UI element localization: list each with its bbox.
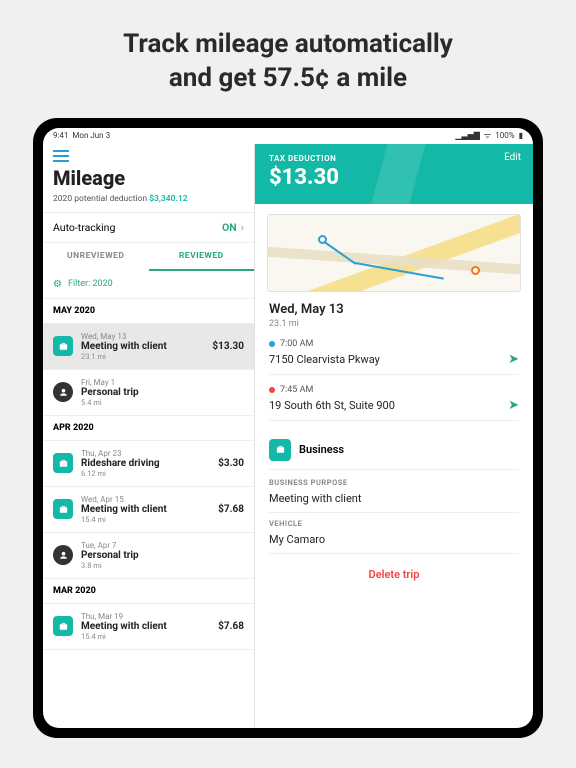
briefcase-icon bbox=[53, 499, 73, 519]
navigate-icon[interactable]: ➤ bbox=[508, 398, 519, 413]
filter-icon: ⚙ bbox=[53, 279, 62, 290]
month-header: MAR 2020 bbox=[43, 579, 254, 604]
auto-tracking-toggle[interactable]: Auto-tracking ON› bbox=[43, 212, 254, 243]
navigate-icon[interactable]: ➤ bbox=[508, 352, 519, 367]
tab-unreviewed[interactable]: UNREVIEWED bbox=[43, 243, 149, 271]
deduction-amount: $13.30 bbox=[269, 165, 519, 190]
battery-icon: ▮ bbox=[519, 131, 523, 140]
trip-list-pane: Mileage 2020 potential deduction $3,340.… bbox=[43, 144, 255, 728]
trip-list[interactable]: MAY 2020Wed, May 13Meeting with client23… bbox=[43, 299, 254, 728]
trip-distance: 23.1 mi bbox=[269, 319, 519, 329]
trip-row[interactable]: Tue, Apr 7Personal trip3.8 mi bbox=[43, 533, 254, 579]
trip-row[interactable]: Thu, Mar 19Meeting with client15.4 mi$7.… bbox=[43, 604, 254, 650]
chevron-right-icon: › bbox=[241, 221, 244, 234]
trip-map[interactable] bbox=[267, 214, 521, 292]
potential-deduction: 2020 potential deduction $3,340.12 bbox=[43, 194, 254, 212]
trip-row[interactable]: Thu, Apr 23Rideshare driving6.12 mi$3.30 bbox=[43, 441, 254, 487]
briefcase-icon bbox=[53, 336, 73, 356]
signal-icon: ▁▃▅▇ bbox=[455, 131, 480, 140]
briefcase-icon bbox=[269, 439, 291, 461]
trip-detail-pane: Edit TAX DEDUCTION $13.30 Wed, May 13 23… bbox=[255, 144, 533, 728]
marketing-headline: Track mileage automatically and get 57.5… bbox=[0, 0, 576, 118]
category-row[interactable]: Business bbox=[269, 431, 519, 470]
trip-row[interactable]: Fri, May 1Personal trip5.4 mi bbox=[43, 370, 254, 416]
device-frame: 9:41 Mon Jun 3 ▁▃▅▇ ᯤ 100% ▮ Mileage 202… bbox=[33, 118, 543, 738]
briefcase-icon bbox=[53, 453, 73, 473]
filter-row[interactable]: ⚙ Filter: 2020 bbox=[43, 271, 254, 299]
person-icon bbox=[53, 545, 73, 565]
status-bar: 9:41 Mon Jun 3 ▁▃▅▇ ᯤ 100% ▮ bbox=[43, 128, 533, 144]
trip-date: Wed, May 13 bbox=[269, 302, 519, 317]
wifi-icon: ᯤ bbox=[484, 130, 491, 141]
purpose-field[interactable]: Meeting with client bbox=[269, 487, 519, 513]
tab-reviewed[interactable]: REVIEWED bbox=[149, 243, 255, 271]
deduction-header: Edit TAX DEDUCTION $13.30 bbox=[255, 144, 533, 204]
stop-row: 7:45 AM19 South 6th St, Suite 900➤ bbox=[269, 385, 519, 421]
review-tabs: UNREVIEWED REVIEWED bbox=[43, 243, 254, 271]
screen: 9:41 Mon Jun 3 ▁▃▅▇ ᯤ 100% ▮ Mileage 202… bbox=[43, 128, 533, 728]
page-title: Mileage bbox=[53, 166, 244, 190]
stop-row: 7:00 AM7150 Clearvista Pkway➤ bbox=[269, 339, 519, 375]
menu-button[interactable] bbox=[53, 150, 69, 162]
purpose-label: BUSINESS PURPOSE bbox=[269, 478, 519, 487]
vehicle-label: VEHICLE bbox=[269, 519, 519, 528]
map-end-icon bbox=[471, 266, 480, 275]
month-header: MAY 2020 bbox=[43, 299, 254, 324]
trip-row[interactable]: Wed, Apr 15Meeting with client15.4 mi$7.… bbox=[43, 487, 254, 533]
stop-dot-icon bbox=[269, 387, 275, 393]
person-icon bbox=[53, 382, 73, 402]
delete-trip-button[interactable]: Delete trip bbox=[269, 554, 519, 587]
stop-dot-icon bbox=[269, 341, 275, 347]
trip-row[interactable]: Wed, May 13Meeting with client23.1 mi$13… bbox=[43, 324, 254, 370]
month-header: APR 2020 bbox=[43, 416, 254, 441]
briefcase-icon bbox=[53, 616, 73, 636]
map-start-icon bbox=[318, 235, 327, 244]
vehicle-field[interactable]: My Camaro bbox=[269, 528, 519, 554]
